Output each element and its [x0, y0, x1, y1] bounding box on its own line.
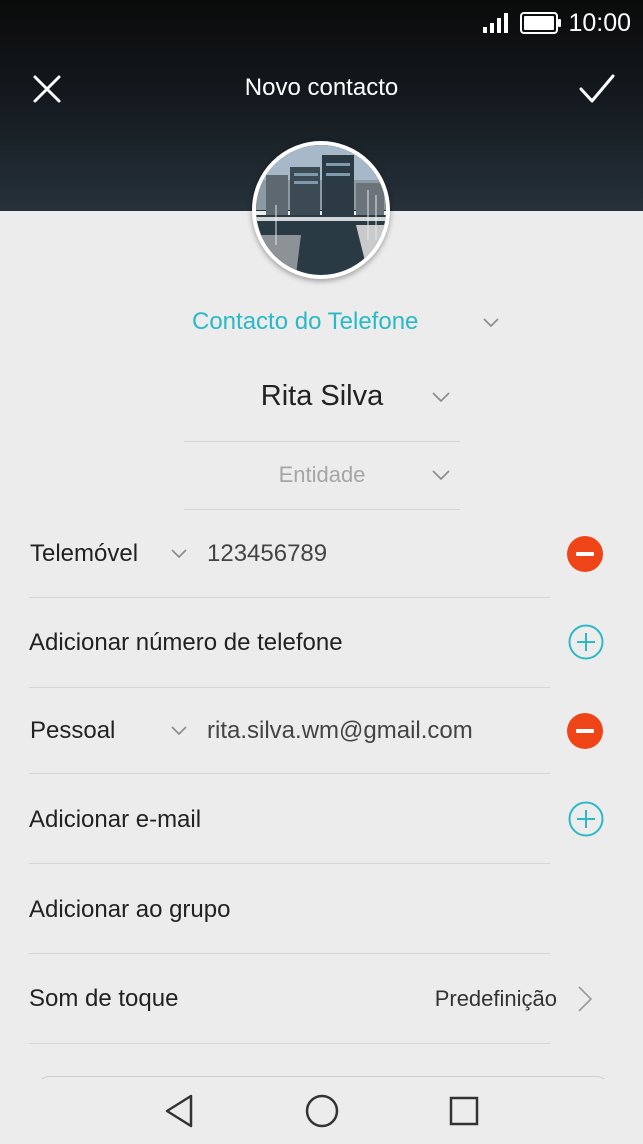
- remove-phone-button[interactable]: [567, 536, 603, 572]
- status-time: 10:00: [568, 9, 631, 37]
- phone-number-field[interactable]: 123456789: [207, 540, 327, 568]
- add-email-label[interactable]: Adicionar e-mail: [29, 806, 201, 834]
- chevron-right-icon[interactable]: [578, 986, 592, 1012]
- name-expand-chevron-icon[interactable]: [432, 392, 450, 403]
- name-divider: [184, 441, 460, 442]
- navigation-bar: [0, 1079, 643, 1144]
- add-phone-button[interactable]: [568, 624, 604, 660]
- recents-square-icon[interactable]: [448, 1095, 480, 1127]
- signal-icon: [483, 13, 508, 33]
- chevron-down-icon[interactable]: [483, 318, 499, 328]
- status-bar: 10:00: [0, 0, 643, 46]
- divider: [29, 687, 550, 688]
- contact-photo[interactable]: [252, 141, 390, 279]
- home-circle-icon[interactable]: [304, 1093, 340, 1129]
- phone-type-selector[interactable]: Telemóvel: [30, 540, 138, 568]
- account-type-selector[interactable]: Contacto do Telefone: [192, 308, 418, 336]
- company-expand-chevron-icon[interactable]: [432, 470, 450, 481]
- phone-type-chevron-icon[interactable]: [171, 549, 187, 559]
- add-email-button[interactable]: [568, 801, 604, 837]
- divider: [29, 597, 550, 598]
- ringtone-value[interactable]: Predefinição: [435, 986, 557, 1012]
- divider: [29, 863, 550, 864]
- divider: [29, 1043, 550, 1044]
- ringtone-item[interactable]: Som de toque: [29, 985, 178, 1013]
- remove-email-button[interactable]: [567, 713, 603, 749]
- company-field[interactable]: Entidade: [184, 462, 460, 488]
- name-field[interactable]: Rita Silva: [184, 380, 460, 413]
- email-type-selector[interactable]: Pessoal: [30, 717, 115, 745]
- photo-image: [256, 145, 386, 275]
- divider: [29, 773, 550, 774]
- add-phone-label[interactable]: Adicionar número de telefone: [29, 629, 343, 657]
- back-triangle-icon[interactable]: [163, 1093, 195, 1129]
- email-field[interactable]: rita.silva.wm@gmail.com: [207, 717, 473, 745]
- email-type-chevron-icon[interactable]: [171, 726, 187, 736]
- battery-icon: [520, 12, 561, 34]
- check-icon[interactable]: [578, 72, 616, 106]
- page-title: Novo contacto: [244, 74, 399, 101]
- add-to-group-item[interactable]: Adicionar ao grupo: [29, 896, 230, 924]
- divider: [29, 953, 550, 954]
- company-divider: [184, 509, 460, 510]
